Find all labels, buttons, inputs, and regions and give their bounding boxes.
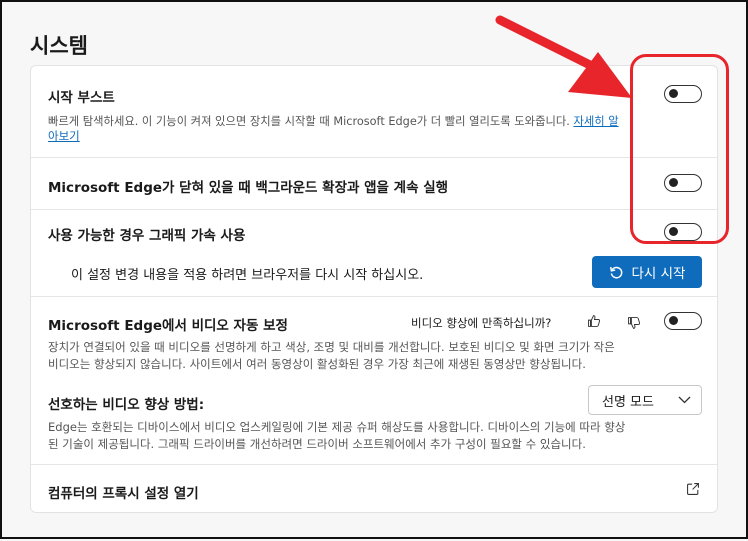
external-link-icon[interactable] — [684, 480, 702, 498]
hardware-acceleration-label: 사용 가능한 경우 그래픽 가속 사용 — [48, 228, 246, 244]
video-method-label: 선호하는 비디오 향상 방법: — [48, 397, 205, 413]
video-enhance-toggle[interactable] — [664, 312, 702, 330]
video-method-description-line1: Edge는 호환되는 디바이스에서 비디오 업스케일링에 기본 제공 슈퍼 해상… — [48, 420, 626, 434]
page-title: 시스템 — [30, 34, 88, 58]
learn-more-link-continued[interactable]: 아보기 — [48, 128, 80, 144]
startup-boost-label: 시작 부스트 — [48, 90, 115, 106]
learn-more-link[interactable]: 자세히 알 — [573, 115, 618, 128]
chevron-down-icon — [678, 396, 691, 404]
video-enhance-description-line1: 장치가 연결되어 있을 때 비디오를 선명하게 하고 색상, 조명 및 대비를 … — [48, 340, 615, 354]
proxy-settings-label[interactable]: 컴퓨터의 프록시 설정 열기 — [48, 482, 199, 502]
startup-boost-description-text: 빠르게 탐색하세요. 이 기능이 켜져 있으면 장치를 시작할 때 Micros… — [48, 115, 570, 128]
toggle-knob — [669, 178, 678, 187]
divider — [31, 296, 717, 297]
video-method-select[interactable]: 선명 모드 — [588, 385, 702, 415]
video-method-selected: 선명 모드 — [602, 394, 654, 410]
startup-boost-toggle[interactable] — [664, 85, 702, 103]
thumbs-up-icon[interactable] — [585, 312, 603, 330]
divider — [31, 464, 717, 465]
video-enhance-description-line2: 비디오는 향상되지 않습니다. 사이트에서 여러 동영상이 활성화된 경우 가장… — [48, 357, 586, 371]
video-enhance-label: Microsoft Edge에서 비디오 자동 보정 — [48, 318, 288, 334]
video-method-description-line2: 된 기술이 제공됩니다. 그래픽 드라이버를 개선하려면 드라이버 소프트웨어에… — [48, 437, 586, 451]
background-extensions-label: Microsoft Edge가 닫혀 있을 때 백그라운드 확장과 앱을 계속 … — [48, 180, 449, 196]
restart-message: 이 설정 변경 내용을 적용 하려면 브라우저를 다시 시작 하십시오. — [71, 268, 424, 283]
divider — [31, 209, 717, 210]
toggle-knob — [669, 89, 678, 98]
restart-button-label: 다시 시작 — [631, 266, 686, 282]
divider — [31, 157, 717, 158]
toggle-knob — [669, 227, 678, 236]
toggle-knob — [669, 316, 678, 325]
background-extensions-toggle[interactable] — [664, 174, 702, 192]
startup-boost-description: 빠르게 탐색하세요. 이 기능이 켜져 있으면 장치를 시작할 때 Micros… — [48, 113, 619, 129]
restart-icon — [609, 266, 622, 279]
settings-card: 시작 부스트 빠르게 탐색하세요. 이 기능이 켜져 있으면 장치를 시작할 때… — [30, 65, 718, 513]
thumbs-down-icon[interactable] — [625, 314, 643, 332]
restart-button[interactable]: 다시 시작 — [592, 256, 702, 288]
hardware-acceleration-toggle[interactable] — [664, 223, 702, 241]
video-feedback-question: 비디오 향상에 만족하십니까? — [411, 316, 552, 330]
